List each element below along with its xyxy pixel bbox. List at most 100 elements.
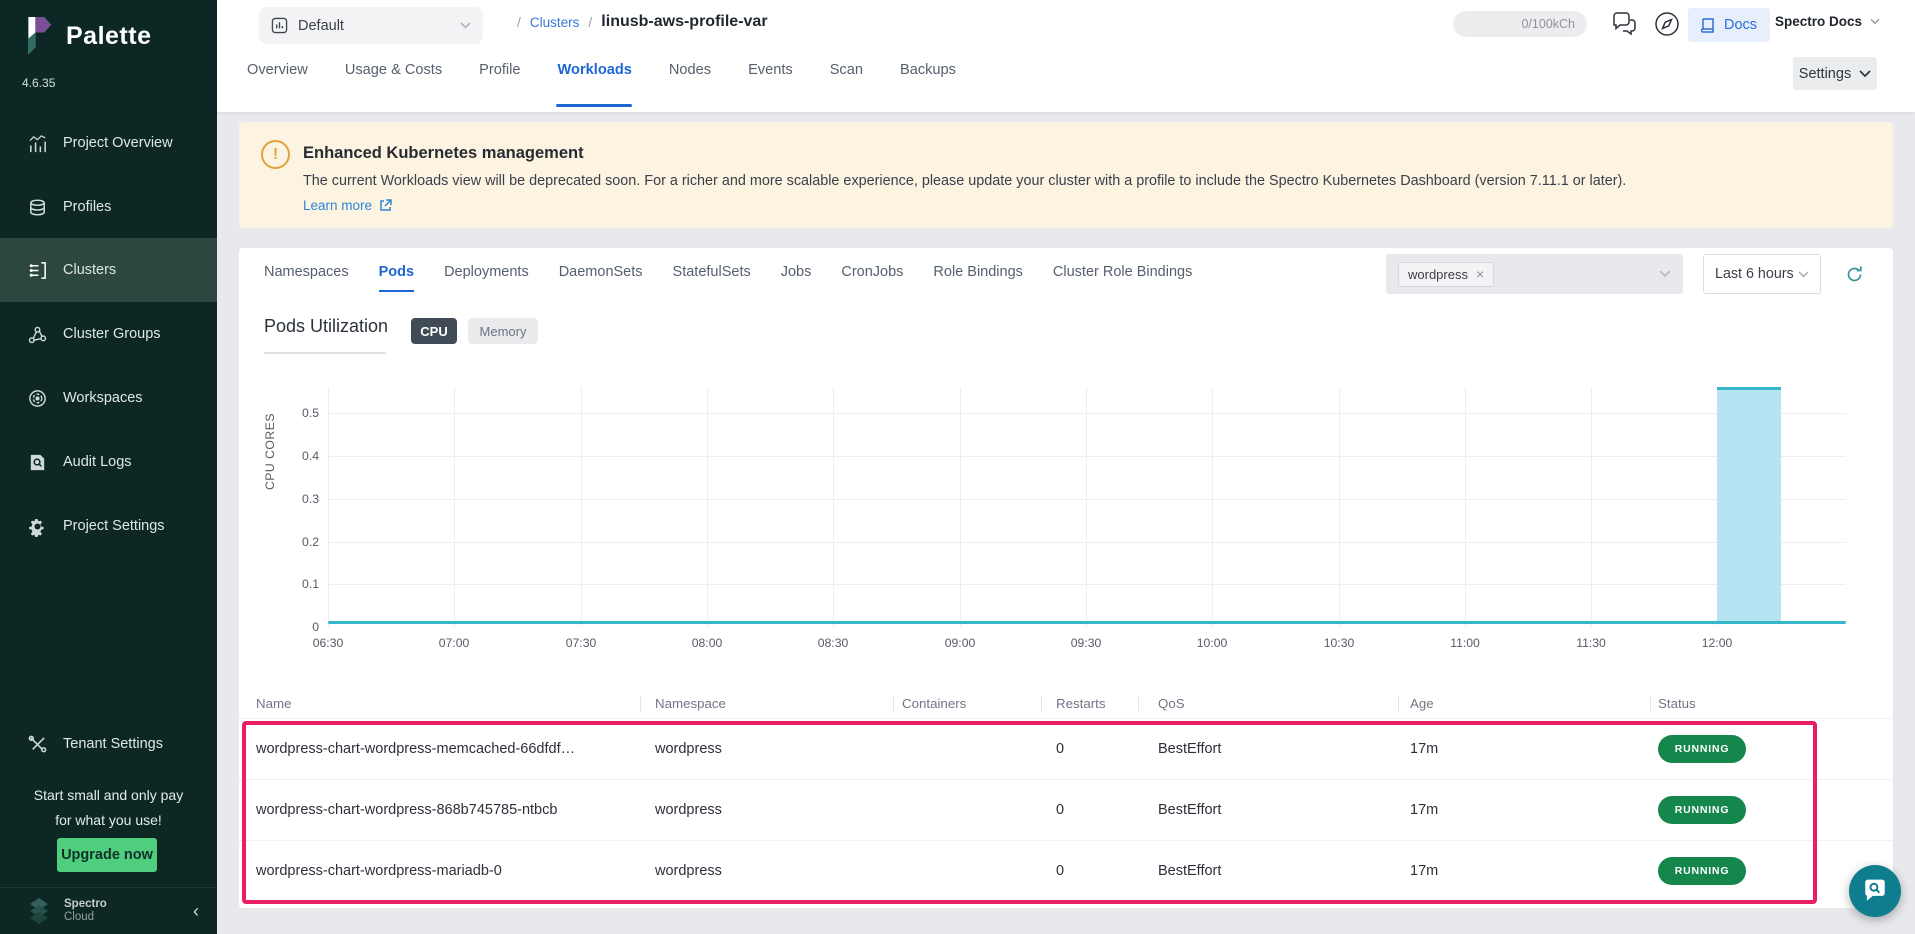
subtab-cluster-role-bindings[interactable]: Cluster Role Bindings (1053, 264, 1192, 292)
pod-qos: BestEffort (1158, 741, 1410, 757)
sidebar-item-profiles[interactable]: Profiles (0, 175, 217, 239)
docs-site-label: Spectro Docs (1775, 14, 1862, 29)
breadcrumb-current-cluster: linusb-aws-profile-var (601, 13, 767, 31)
pod-namespace: wordpress (655, 741, 902, 757)
docs-site-menu[interactable]: Spectro Docs (1775, 14, 1880, 29)
network-icon (27, 324, 48, 345)
sidebar-item-label: Project Settings (63, 518, 165, 534)
pod-restarts: 0 (1056, 802, 1158, 818)
external-link-icon (379, 199, 392, 212)
chevron-down-icon (460, 22, 471, 29)
sidebar-item-project-overview[interactable]: Project Overview (0, 111, 217, 175)
tab-scan[interactable]: Scan (830, 62, 863, 78)
table-row[interactable]: wordpress-chart-wordpress-memcached-66df… (239, 718, 1893, 779)
sidebar-footer: Spectro Cloud ‹ (0, 887, 217, 934)
tab-profile[interactable]: Profile (479, 62, 520, 78)
subtab-role-bindings[interactable]: Role Bindings (933, 264, 1022, 292)
sidebar-item-label: Workspaces (63, 390, 143, 406)
tab-backups[interactable]: Backups (900, 62, 956, 78)
namespace-filter-select[interactable]: wordpress × (1386, 254, 1683, 294)
table-row[interactable]: wordpress-chart-wordpress-868b745785-ntb… (239, 779, 1893, 840)
remove-tag-icon[interactable]: × (1476, 266, 1484, 282)
pod-restarts: 0 (1056, 741, 1158, 757)
pod-namespace: wordpress (655, 863, 902, 879)
chat-search-icon (1862, 878, 1888, 904)
palette-logo: Palette (18, 14, 151, 58)
chat-icon[interactable] (1610, 11, 1637, 36)
promo-text: Start small and only pay for what you us… (0, 783, 217, 833)
subtab-pods[interactable]: Pods (379, 264, 414, 292)
usage-meter: 0/100kCh (1453, 11, 1587, 37)
workloads-panel: Namespaces Pods Deployments DaemonSets S… (239, 248, 1893, 908)
book-icon (1701, 17, 1716, 34)
clusters-icon (27, 260, 48, 281)
compass-icon[interactable] (1654, 11, 1680, 37)
brand-name: Palette (66, 22, 151, 51)
settings-button[interactable]: Settings (1793, 57, 1877, 90)
tab-nodes[interactable]: Nodes (669, 62, 711, 78)
learn-more-label: Learn more (303, 198, 372, 213)
warning-icon: ! (261, 140, 290, 169)
chevron-down-icon (1798, 271, 1809, 278)
pod-status: RUNNING (1658, 735, 1893, 763)
upgrade-now-button[interactable]: Upgrade now (57, 838, 157, 872)
workload-subtabs: Namespaces Pods Deployments DaemonSets S… (264, 264, 1192, 292)
status-badge: RUNNING (1658, 857, 1746, 885)
tools-icon (27, 734, 48, 755)
cpu-toggle[interactable]: CPU (411, 318, 457, 344)
top-header: Default / Clusters / linusb-aws-profile-… (217, 0, 1915, 112)
sidebar-item-label: Tenant Settings (63, 736, 163, 752)
breadcrumb: / Clusters / linusb-aws-profile-var (517, 13, 768, 31)
filter-tag-wordpress: wordpress × (1398, 262, 1494, 287)
tab-events[interactable]: Events (748, 62, 793, 78)
chart-highlight-band (1717, 387, 1781, 624)
pod-restarts: 0 (1056, 863, 1158, 879)
sidebar-item-tenant-settings[interactable]: Tenant Settings (0, 712, 217, 776)
cpu-utilization-chart (328, 387, 1846, 627)
subtab-jobs[interactable]: Jobs (781, 264, 812, 292)
learn-more-link[interactable]: Learn more (303, 198, 392, 213)
breadcrumb-separator: / (588, 14, 592, 30)
gear-icon (27, 516, 48, 537)
chevron-down-icon (1659, 270, 1671, 278)
sidebar-item-audit-logs[interactable]: Audit Logs (0, 430, 217, 494)
sidebar-item-workspaces[interactable]: Workspaces (0, 366, 217, 430)
sidebar: Palette 4.6.35 Project Overview Profiles… (0, 0, 217, 934)
tab-usage-costs[interactable]: Usage & Costs (345, 62, 442, 78)
subtab-statefulsets[interactable]: StatefulSets (673, 264, 751, 292)
x-axis-ticks: 06:30 07:00 07:30 08:00 08:30 09:00 09:3… (328, 636, 1846, 652)
app-version: 4.6.35 (22, 76, 55, 90)
subtab-daemonsets[interactable]: DaemonSets (559, 264, 643, 292)
memory-toggle[interactable]: Memory (468, 318, 538, 344)
pod-namespace: wordpress (655, 802, 902, 818)
active-tab-underline (556, 104, 632, 107)
subtab-namespaces[interactable]: Namespaces (264, 264, 349, 292)
refresh-icon[interactable] (1845, 265, 1864, 284)
project-select[interactable]: Default (259, 7, 483, 44)
palette-logo-icon (18, 14, 56, 58)
docs-button[interactable]: Docs (1688, 8, 1770, 42)
chevron-down-icon (1859, 70, 1871, 78)
pod-qos: BestEffort (1158, 863, 1410, 879)
chart-title-rule (264, 352, 386, 354)
table-row[interactable]: wordpress-chart-wordpress-mariadb-0 word… (239, 840, 1893, 901)
sidebar-item-cluster-groups[interactable]: Cluster Groups (0, 302, 217, 366)
subtab-deployments[interactable]: Deployments (444, 264, 529, 292)
chart-title: Pods Utilization (264, 316, 388, 337)
sidebar-item-project-settings[interactable]: Project Settings (0, 494, 217, 558)
sidebar-item-clusters[interactable]: Clusters (0, 238, 217, 302)
sidebar-item-label: Project Overview (63, 135, 173, 151)
sidebar-item-label: Profiles (63, 199, 111, 215)
subtab-cronjobs[interactable]: CronJobs (841, 264, 903, 292)
pod-status: RUNNING (1658, 796, 1893, 824)
breadcrumb-clusters-link[interactable]: Clusters (530, 15, 580, 30)
table-header: Name Namespace Containers Restarts QoS A… (239, 688, 1893, 718)
time-range-select[interactable]: Last 6 hours (1703, 254, 1821, 294)
status-badge: RUNNING (1658, 735, 1746, 763)
collapse-sidebar-chevron[interactable]: ‹ (193, 901, 199, 922)
tab-workloads[interactable]: Workloads (558, 62, 632, 78)
help-launcher-button[interactable] (1849, 865, 1901, 917)
y-axis-ticks: 0.5 0.4 0.3 0.2 0.1 0 (269, 387, 319, 627)
pod-name: wordpress-chart-wordpress-memcached-66df… (256, 741, 655, 757)
tab-overview[interactable]: Overview (247, 62, 308, 78)
